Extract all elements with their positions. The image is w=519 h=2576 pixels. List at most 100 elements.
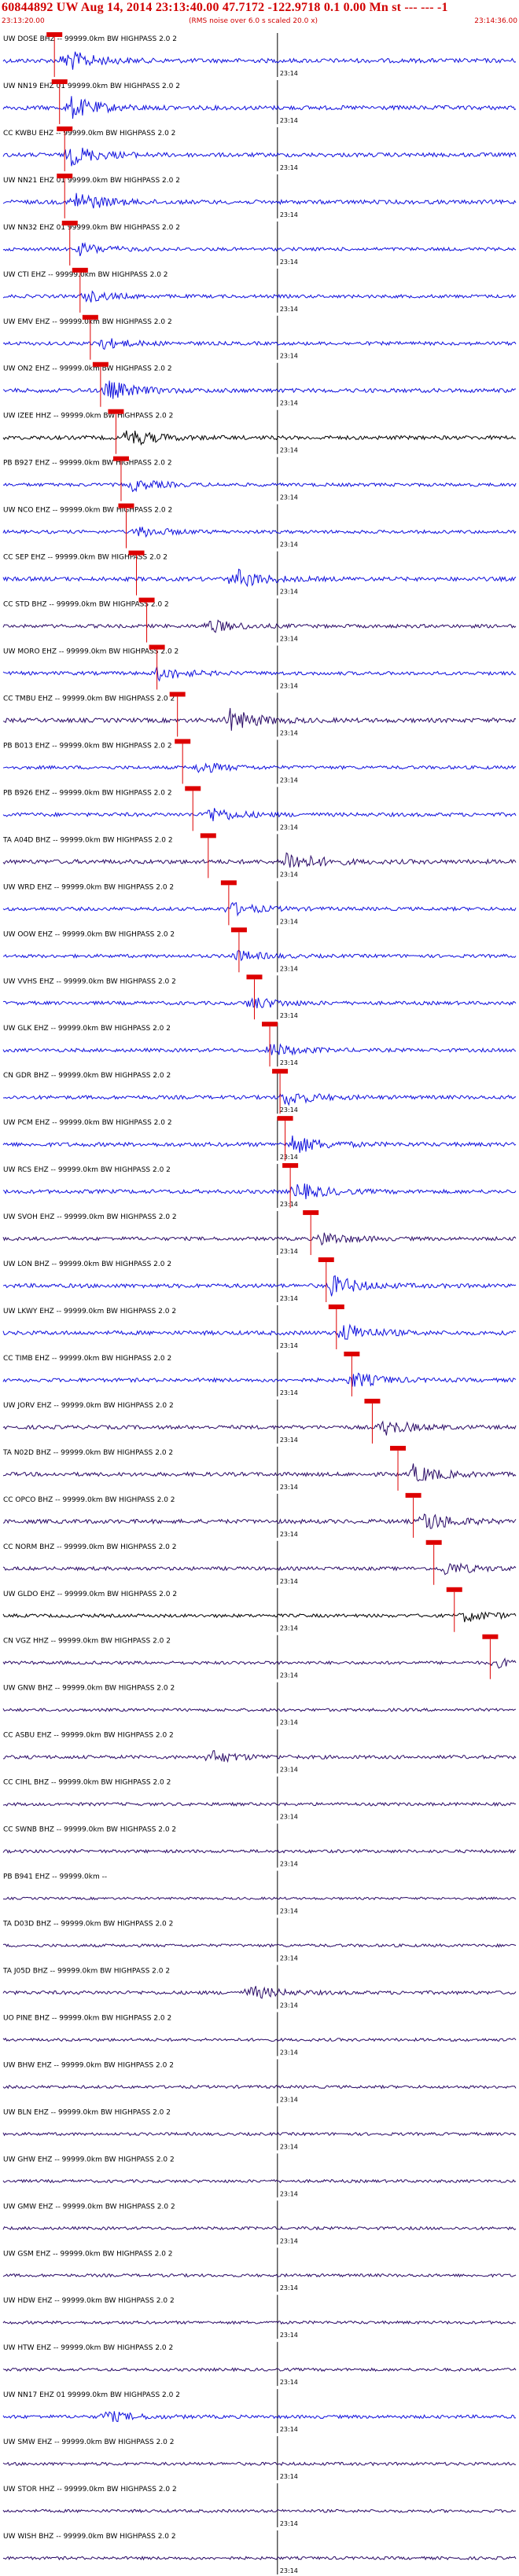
trace-row: UW OOW EHZ -- 99999.0km BW HIGHPASS 2.0 … [2, 927, 517, 973]
trace-label: UW DOSE BHZ -- 99999.0km BW HIGHPASS 2.0… [3, 35, 177, 43]
trace-row: PB B927 EHZ -- 99999.0km BW HIGHPASS 2.0… [2, 456, 517, 501]
trace-label: UW SMW EHZ -- 99999.0km BW HIGHPASS 2.0 … [3, 2438, 174, 2446]
trace-row: UW STOR HHZ -- 99999.0km BW HIGHPASS 2.0… [2, 2483, 517, 2528]
waveform-line [3, 1093, 517, 1106]
waveform-line [2, 2131, 517, 2137]
pick-marker [118, 503, 134, 508]
trace-row: UW RCS EHZ -- 99999.0km BW HIGHPASS 2.0 … [2, 1163, 517, 1209]
waveform-line [2, 1707, 517, 1712]
time-tick-label: 23:14 [280, 1295, 298, 1302]
trace-row: CC ASBU EHZ -- 99999.0km BW HIGHPASS 2.0… [2, 1729, 517, 1774]
waveform-line [2, 2273, 517, 2278]
waveform-line [2, 997, 517, 1009]
trace-label: UO PINE BHZ -- 99999.0km BW HIGHPASS 2.0… [3, 2014, 171, 2022]
pick-marker [272, 1069, 289, 1074]
waveform-line [2, 1232, 517, 1246]
pick-marker [57, 173, 73, 178]
trace-label: UW RCS EHZ -- 99999.0km BW HIGHPASS 2.0 … [3, 1166, 171, 1174]
waveform-line [2, 2556, 517, 2561]
time-tick-label: 23:14 [280, 2379, 298, 2386]
trace-label: UW NN21 EHZ 01 99999.0km BW HIGHPASS 2.0… [3, 177, 180, 185]
time-tick-label: 23:14 [280, 1389, 298, 1396]
end-time-label: 23:14:36.00 [474, 17, 517, 25]
pick-marker [446, 1587, 462, 1592]
time-tick-label: 23:14 [280, 1154, 298, 1161]
pick-marker [138, 597, 155, 603]
trace-row: UW EMV EHZ -- 99999.0km BW HIGHPASS 2.0 … [2, 314, 517, 360]
trace-row: UW IZEE HHZ -- 99999.0km BW HIGHPASS 2.0… [2, 409, 517, 454]
time-tick-label: 23:14 [280, 1012, 298, 1019]
trace-row: UW NN32 EHZ 01 99999.0km BW HIGHPASS 2.0… [2, 220, 517, 266]
trace-label: UW PCM EHZ -- 99999.0km BW HIGHPASS 2.0 … [3, 1119, 172, 1127]
time-tick-label: 23:14 [280, 2049, 298, 2056]
start-time-label: 23:13:20.00 [2, 17, 45, 25]
time-tick-label: 23:14 [280, 1954, 298, 1961]
pick-marker [108, 409, 124, 414]
trace-row: UO PINE BHZ -- 99999.0km BW HIGHPASS 2.0… [2, 2012, 517, 2057]
waveform-line [2, 568, 517, 588]
time-tick-label: 23:14 [280, 1342, 298, 1349]
pick-marker [149, 644, 165, 650]
trace-label: CC OPCO BHZ -- 99999.0km BW HIGHPASS 2.0… [3, 1496, 175, 1504]
pick-marker [277, 1116, 293, 1121]
waveform-line [2, 380, 516, 399]
pick-marker [246, 974, 263, 980]
waveform-line [2, 51, 517, 70]
time-tick-label: 23:14 [280, 259, 298, 266]
time-tick-label: 23:14 [280, 589, 298, 596]
trace-row: CC SWNB BHZ -- 99999.0km BW HIGHPASS 2.0… [2, 1823, 517, 1868]
trace-row: CC KWBU EHZ -- 99999.0km BW HIGHPASS 2.0… [2, 126, 517, 171]
time-tick-label: 23:14 [280, 2426, 298, 2433]
waveform-line [2, 338, 517, 350]
waveform-line [2, 1801, 517, 1807]
pick-marker [425, 1539, 442, 1545]
trace-label: CN VGZ HHZ -- 99999.0km BW HIGHPASS 2.0 … [3, 1638, 171, 1646]
waveform-line [2, 147, 517, 167]
trace-row: UW MORO EHZ -- 99999.0km BW HIGHPASS 2.0… [2, 644, 517, 690]
waveform-line [2, 1420, 517, 1436]
waveform-line [2, 1657, 517, 1669]
trace-row: UW GNW BHZ -- 99999.0km BW HIGHPASS 2.0 … [2, 1682, 517, 1727]
pick-marker [303, 1210, 319, 1216]
trace-row: CC SEP EHZ -- 99999.0km BW HIGHPASS 2.0 … [2, 550, 517, 596]
waveform-line [2, 1750, 517, 1763]
time-tick-label: 23:14 [280, 400, 298, 407]
waveform-line [2, 1611, 517, 1623]
time-tick-label: 23:14 [280, 447, 298, 454]
trace-row: UW PCM EHZ -- 99999.0km BW HIGHPASS 2.0 … [2, 1116, 517, 1161]
pick-marker [72, 267, 88, 273]
pick-marker [318, 1257, 334, 1263]
trace-row: PB B013 EHZ -- 99999.0km BW HIGHPASS 2.0… [2, 739, 517, 784]
trace-row: CC STD BHZ -- 99999.0km BW HIGHPASS 2.0 … [2, 597, 517, 643]
time-tick-label: 23:14 [280, 2473, 298, 2480]
trace-row: UW ON2 EHZ -- 99999.0km BW HIGHPASS 2.0 … [2, 361, 516, 407]
pick-marker [482, 1634, 499, 1639]
time-tick-label: 23:14 [280, 918, 298, 925]
trace-label: UW NCO EHZ -- 99999.0km BW HIGHPASS 2.0 … [3, 507, 172, 515]
waveform-line [2, 2178, 517, 2184]
time-tick-label: 23:14 [280, 1861, 298, 1868]
time-tick-label: 23:14 [280, 1814, 298, 1821]
time-tick-label: 23:14 [280, 1672, 298, 1679]
waveform-line [2, 1562, 517, 1576]
trace-row: UW JORV EHZ -- 99999.0km BW HIGHPASS 2.0… [2, 1398, 517, 1444]
time-tick-label: 23:14 [280, 1719, 298, 1727]
time-tick-label: 23:14 [280, 1908, 298, 1915]
trace-row: TA J05D BHZ -- 99999.0km BW HIGHPASS 2.0… [2, 1965, 517, 2009]
trace-row: CC NORM BHZ -- 99999.0km BW HIGHPASS 2.0… [2, 1539, 517, 1585]
waveform-line [2, 2320, 517, 2325]
trace-label: UW LKWY EHZ -- 99999.0km BW HIGHPASS 2.0… [3, 1308, 176, 1316]
waveform-line [2, 1183, 517, 1200]
trace-row: CN GDR BHZ -- 99999.0km BW HIGHPASS 2.0 … [3, 1069, 517, 1114]
waveform-line [2, 193, 517, 209]
trace-label: UW NN19 EHZ 01 99999.0km BW HIGHPASS 2.0… [3, 83, 180, 90]
pick-marker [282, 1163, 299, 1169]
time-tick-label: 23:14 [280, 117, 298, 124]
time-tick-label: 23:14 [280, 965, 298, 972]
pick-marker [185, 786, 201, 791]
trace-label: UW IZEE HHZ -- 99999.0km BW HIGHPASS 2.0… [3, 413, 173, 420]
time-tick-label: 23:14 [280, 211, 298, 218]
trace-label: TA J05D BHZ -- 99999.0km BW HIGHPASS 2.0… [2, 1967, 170, 1975]
pick-marker [405, 1492, 421, 1498]
trace-label: CC ASBU EHZ -- 99999.0km BW HIGHPASS 2.0… [3, 1732, 174, 1740]
